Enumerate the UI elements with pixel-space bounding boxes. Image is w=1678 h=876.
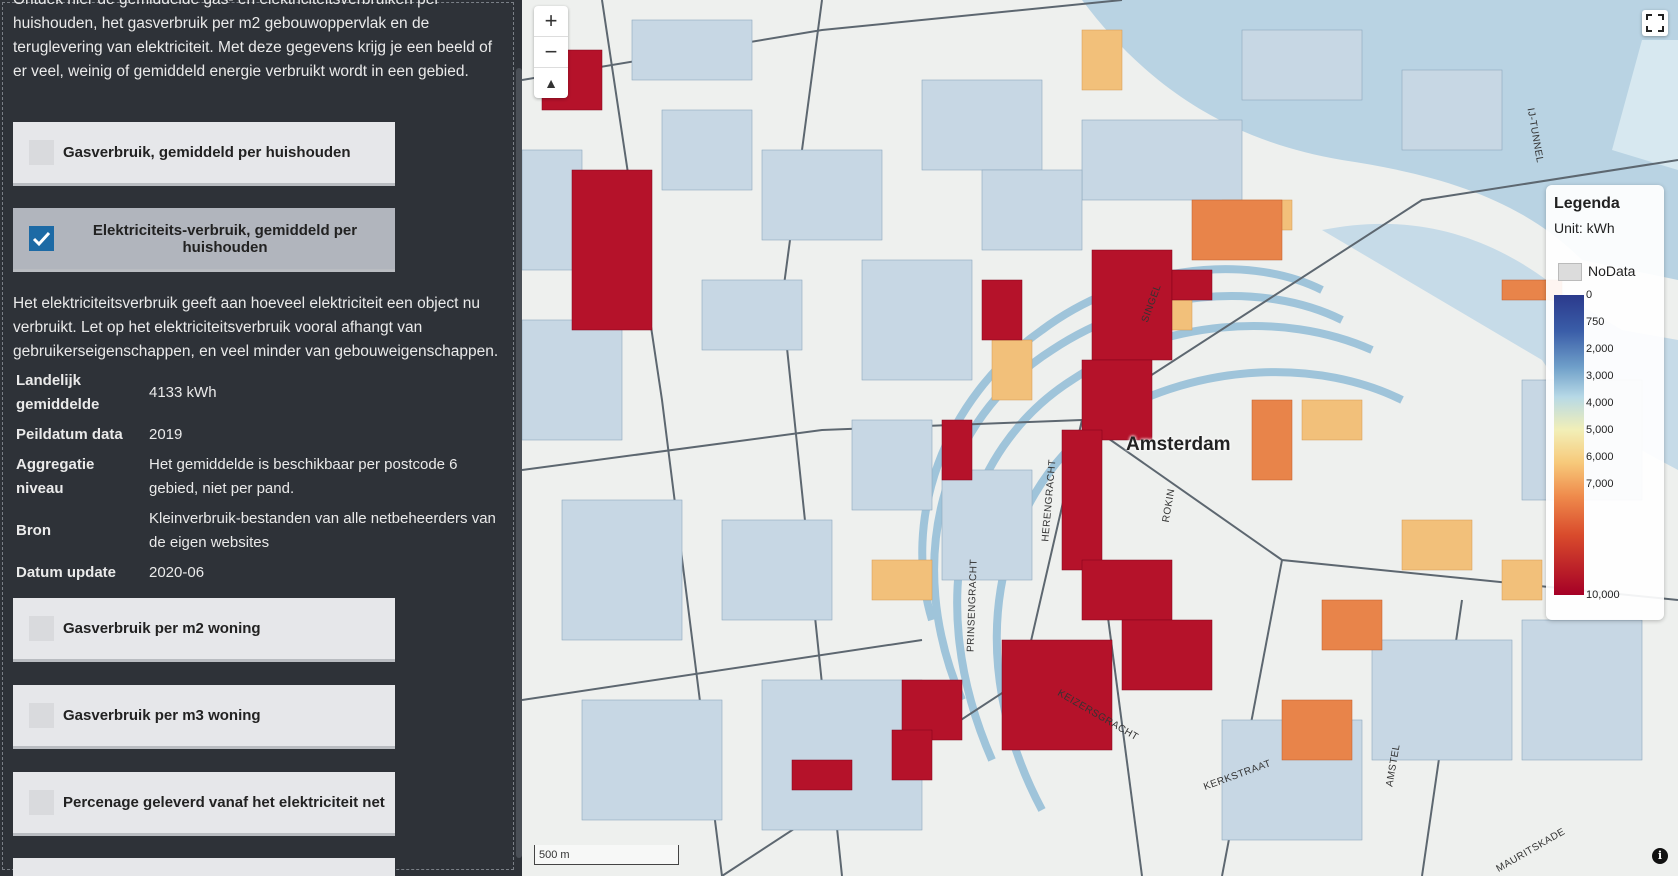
legend-title: Legenda [1554,195,1620,212]
intro-text: Ontdek hier de gemiddelde gas- en elektr… [13,0,493,80]
meta-value: 2019 [149,426,183,443]
fullscreen-button[interactable] [1642,10,1668,36]
table-row: Bron Kleinverbruik-bestanden van alle net… [13,504,503,558]
legend-unit: Unit: kWh [1554,220,1615,236]
sidebar: Ontdek hier de gemiddelde gas- en elektr… [0,0,522,876]
layer-label: Gasverbruik, gemiddeld per huishouden [63,144,351,161]
legend-tick: 6,000 [1586,451,1614,463]
checkbox-checked[interactable] [29,226,54,251]
layer-description: Het elektriciteitsverbruik geeft aan hoe… [13,294,499,360]
legend-panel: Legenda Unit: kWh NoData 0 750 2,000 3,000 4… [1546,185,1664,620]
zoom-out-button[interactable]: − [534,37,568,68]
layer-gas-household[interactable]: Gasverbruik, gemiddeld per huishouden [13,122,395,186]
metadata-table: Landelijk gemiddelde 4133 kWh Peildatum d… [13,366,503,588]
legend-tick: 2,000 [1586,343,1614,355]
meta-key: Datum update [16,564,117,581]
table-row: Peildatum data 2019 [13,420,503,450]
check-icon [32,231,51,247]
layer-label: Percenage geleverd vanaf het elektricite… [63,794,385,811]
nodata-swatch [1558,263,1582,281]
table-row: Landelijk gemiddelde 4133 kWh [13,366,503,420]
meta-key: Bron [16,522,51,539]
info-icon[interactable]: i [1652,848,1668,864]
city-label: Amsterdam [1126,434,1231,455]
color-ramp [1554,295,1584,595]
zoom-control: + − ▲ [534,6,568,98]
meta-value: Het gemiddelde is beschikbaar per postco… [149,456,458,497]
layer-gas-m3[interactable]: Gasverbruik per m3 woning [13,685,395,749]
layer-label: Gasverbruik per m2 woning [63,620,261,637]
legend-tick: 750 [1586,316,1605,328]
layer-electricity-household[interactable]: Elektriciteits-verbruik, gemiddeld per h… [13,208,395,272]
layer-grid-percentage[interactable]: Percenage geleverd vanaf het elektricite… [13,772,395,836]
map-canvas[interactable]: + − ▲ Amsterdam SINGEL HERENGRACHT PRINS… [522,0,1678,876]
map-basemap [522,0,1678,876]
north-arrow-icon[interactable]: ▲ [534,68,568,98]
scale-bar: 500 m [534,845,679,865]
layer-gas-m2[interactable]: Gasverbruik per m2 woning [13,598,395,662]
nodata-label: NoData [1588,263,1636,279]
fullscreen-icon [1646,14,1664,32]
legend-tick: 10,000 [1586,589,1620,601]
layer-label: Gasverbruik per m3 woning [63,707,261,724]
table-row: Datum update 2020-06 [13,558,503,588]
checkbox[interactable] [29,790,54,815]
meta-key: Aggregatie niveau [16,456,95,497]
layer-label: Elektriciteits-verbruik, gemiddeld per h… [92,221,358,256]
meta-value: 4133 kWh [149,384,217,401]
checkbox[interactable] [29,616,54,641]
legend-tick: 3,000 [1586,370,1614,382]
table-row: Aggregatie niveau Het gemiddelde is besch… [13,450,503,504]
meta-key: Peildatum data [16,426,123,443]
meta-value: Kleinverbruik-bestanden van alle netbehe… [149,510,496,551]
checkbox[interactable] [29,140,54,165]
zoom-in-button[interactable]: + [534,6,568,37]
meta-key: Landelijk gemiddelde [16,372,100,413]
legend-tick: 7,000 [1586,478,1614,490]
meta-value: 2020-06 [149,564,205,581]
layer-next[interactable] [13,858,395,876]
legend-tick: 0 [1586,289,1593,301]
checkbox[interactable] [29,703,54,728]
legend-tick: 4,000 [1586,397,1614,409]
legend-tick: 5,000 [1586,424,1614,436]
